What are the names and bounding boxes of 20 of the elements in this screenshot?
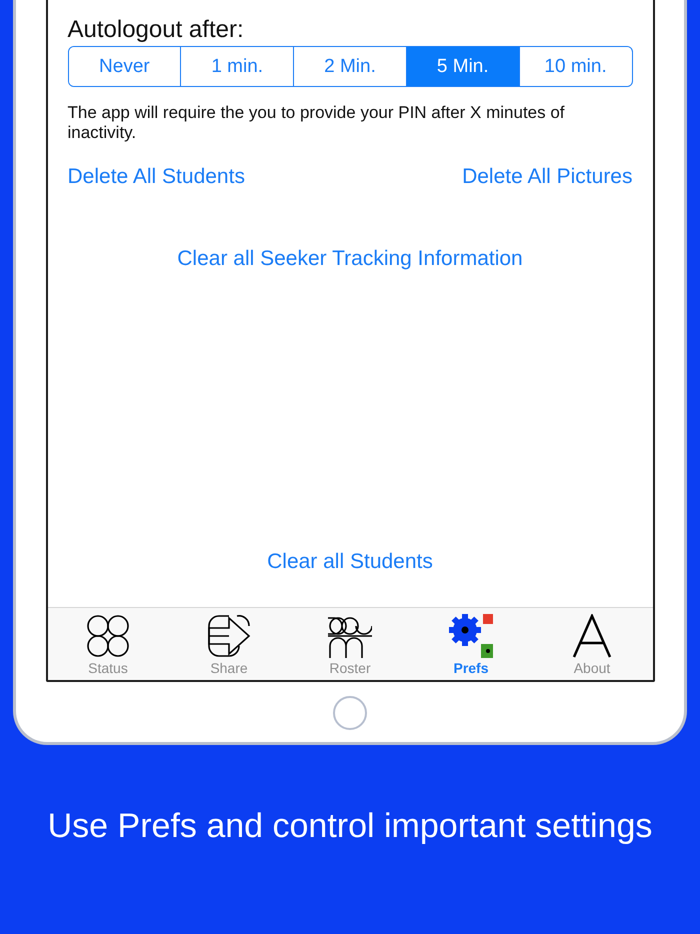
- tab-item[interactable]: Prefs: [410, 608, 532, 680]
- circles-icon: [86, 614, 130, 658]
- tab-item[interactable]: About: [532, 608, 652, 680]
- autologout-label: Autologout after:: [68, 16, 245, 44]
- roster-icon: [328, 614, 372, 658]
- delete-pictures-link[interactable]: Delete All Pictures: [462, 165, 632, 189]
- share-arrow-icon: [207, 614, 251, 658]
- clear-tracking-link[interactable]: Clear all Seeker Tracking Information: [177, 247, 523, 271]
- segment-option[interactable]: 5 Min.: [406, 47, 519, 86]
- segment-option[interactable]: 10 min.: [518, 47, 632, 86]
- tab-item[interactable]: Status: [48, 608, 168, 680]
- home-button[interactable]: [333, 696, 367, 730]
- tab-item[interactable]: Roster: [290, 608, 410, 680]
- tab-item[interactable]: Share: [168, 608, 290, 680]
- clear-students-link[interactable]: Clear all Students: [267, 550, 433, 574]
- gears-icon: [449, 614, 493, 658]
- delete-students-link[interactable]: Delete All Students: [68, 165, 245, 189]
- letter-a-icon: [570, 614, 614, 658]
- autologout-description: The app will require the you to provide your PIN after X minutes of inactivity.: [68, 103, 566, 143]
- caption-text: Use Prefs and control important settings: [48, 807, 652, 846]
